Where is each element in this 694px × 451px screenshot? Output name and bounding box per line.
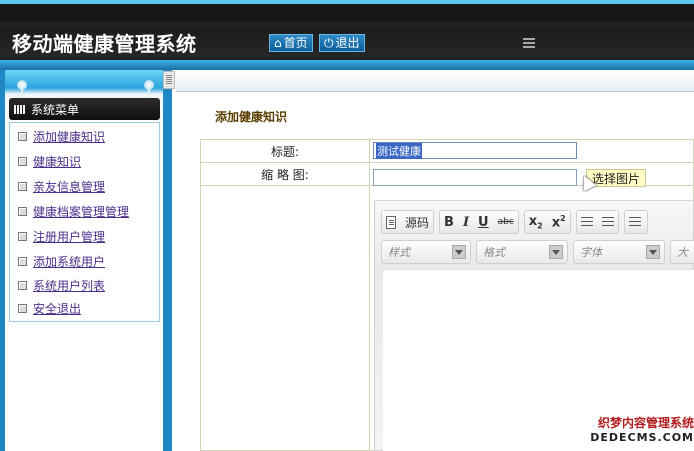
menu-toggle-icon[interactable] [523, 38, 535, 48]
bullet-icon [18, 281, 27, 290]
sidebar-item-label: 亲友信息管理 [33, 180, 106, 194]
sidebar-item-label: 健康档案管理管理 [33, 205, 130, 219]
font-select-value: 字体 [580, 246, 602, 259]
editor-toolbar-row-1: 源码 B I U abc x2 x2 [381, 209, 648, 235]
bullet-icon [18, 304, 27, 313]
sidebar-item-label: 添加健康知识 [33, 130, 106, 144]
thumb-label-cell: 缩 略 图: [201, 163, 370, 185]
sidebar-item-label: 系统用户列表 [33, 279, 106, 293]
strikethrough-button[interactable]: abc [498, 217, 514, 227]
section-title: 添加健康知识 [215, 110, 288, 124]
list-group [575, 210, 619, 234]
outdent-icon[interactable] [628, 216, 641, 228]
size-select-value: 大 [677, 246, 688, 259]
menu-grid-icon [14, 104, 26, 114]
subscript-label: x [528, 213, 538, 229]
title-label-cell: 标题: [201, 140, 370, 162]
app-title: 移动端健康管理系统 [12, 32, 197, 56]
power-icon: ⏻ [324, 36, 334, 50]
top-header: 移动端健康管理系统 ⌂ 首页 ⏻ 退出 [0, 0, 694, 66]
sidebar-item-add-system-user[interactable]: 添加系统用户 [18, 253, 105, 270]
title-input[interactable]: 测试健康 [373, 142, 577, 159]
source-label: 源码 [405, 215, 430, 230]
header-sheen [0, 0, 694, 22]
sidebar-item-label: 添加系统用户 [33, 255, 106, 269]
bullet-icon [18, 182, 27, 191]
bullet-icon [18, 157, 27, 166]
header-band [0, 60, 694, 70]
exit-label: 退出 [335, 36, 360, 50]
underline-button[interactable]: U [478, 215, 489, 230]
title-input-value: 测试健康 [376, 142, 422, 159]
style-select-value: 样式 [388, 246, 410, 259]
home-button[interactable]: ⌂ 首页 [269, 34, 313, 52]
sidebar-item-system-user-list[interactable]: 系统用户列表 [18, 277, 105, 294]
exit-button[interactable]: ⏻ 退出 [319, 34, 365, 52]
subscript-button[interactable]: x2 [529, 214, 543, 231]
indent-group [623, 210, 648, 234]
format-select[interactable]: 格式 [476, 240, 568, 264]
sidebar-item-label: 注册用户管理 [33, 230, 106, 244]
sidebar-menu-header: 系统菜单 [9, 98, 160, 120]
bullet-icon [18, 207, 27, 216]
sidebar-item-health-records[interactable]: 健康档案管理管理 [18, 203, 129, 220]
thumb-input[interactable] [373, 169, 577, 186]
source-icon [386, 215, 396, 229]
sidebar-item-health-knowledge[interactable]: 健康知识 [18, 153, 81, 170]
text-style-group: B I U abc [439, 210, 519, 234]
bullet-icon [18, 257, 27, 266]
chevron-down-icon [646, 245, 660, 259]
italic-button[interactable]: I [463, 215, 469, 230]
watermark-line-2: DEDECMS.COM [590, 431, 694, 444]
sidebar-item-add-health-knowledge[interactable]: 添加健康知识 [18, 128, 105, 145]
bullet-icon [18, 232, 27, 241]
page: 移动端健康管理系统 ⌂ 首页 ⏻ 退出 系统菜单 添加健康知识 健康知识 亲友信… [0, 0, 694, 451]
thumb-label: 缩 略 图: [261, 167, 309, 182]
main-content: 添加健康知识 标题: 缩 略 图: 测试健康 选择图片 源码 B I U abc… [176, 92, 694, 451]
font-select[interactable]: 字体 [573, 240, 665, 264]
home-label: 首页 [283, 36, 308, 50]
sidebar-item-label: 安全退出 [33, 302, 82, 316]
chevron-down-icon [452, 245, 466, 259]
chevron-down-icon [549, 245, 563, 259]
watermark: 织梦内容管理系统 DEDECMS.COM [582, 414, 694, 444]
format-select-value: 格式 [483, 246, 505, 259]
watermark-line-1: 织梦内容管理系统 [597, 416, 694, 430]
sidebar-item-logout[interactable]: 安全退出 [18, 300, 81, 317]
bulleted-list-icon[interactable] [601, 216, 614, 228]
home-icon: ⌂ [274, 36, 282, 50]
superscript-button[interactable]: x2 [552, 214, 566, 230]
bullet-icon [18, 132, 27, 141]
grip-icon [166, 75, 172, 85]
sidebar-item-relatives[interactable]: 亲友信息管理 [18, 178, 105, 195]
sidebar-splitter-handle[interactable] [163, 71, 175, 89]
size-select[interactable]: 大 [670, 240, 694, 264]
bold-button[interactable]: B [444, 215, 454, 230]
sidebar-menu-title: 系统菜单 [31, 102, 80, 117]
script-group: x2 x2 [523, 210, 571, 234]
editor-toolbar-row-2: 样式 格式 字体 大 [381, 239, 694, 265]
sidebar-item-registered-users[interactable]: 注册用户管理 [18, 228, 105, 245]
source-button[interactable]: 源码 [381, 210, 435, 234]
numbered-list-icon[interactable] [580, 216, 593, 228]
sidebar-item-label: 健康知识 [33, 155, 82, 169]
superscript-label: x [551, 215, 561, 231]
sidebar-menu: 添加健康知识 健康知识 亲友信息管理 健康档案管理管理 注册用户管理 添加系统用… [9, 122, 160, 322]
content-label-cell [201, 186, 370, 451]
content-tabstrip [176, 70, 694, 92]
title-label: 标题: [270, 144, 300, 159]
style-select[interactable]: 样式 [381, 240, 471, 264]
